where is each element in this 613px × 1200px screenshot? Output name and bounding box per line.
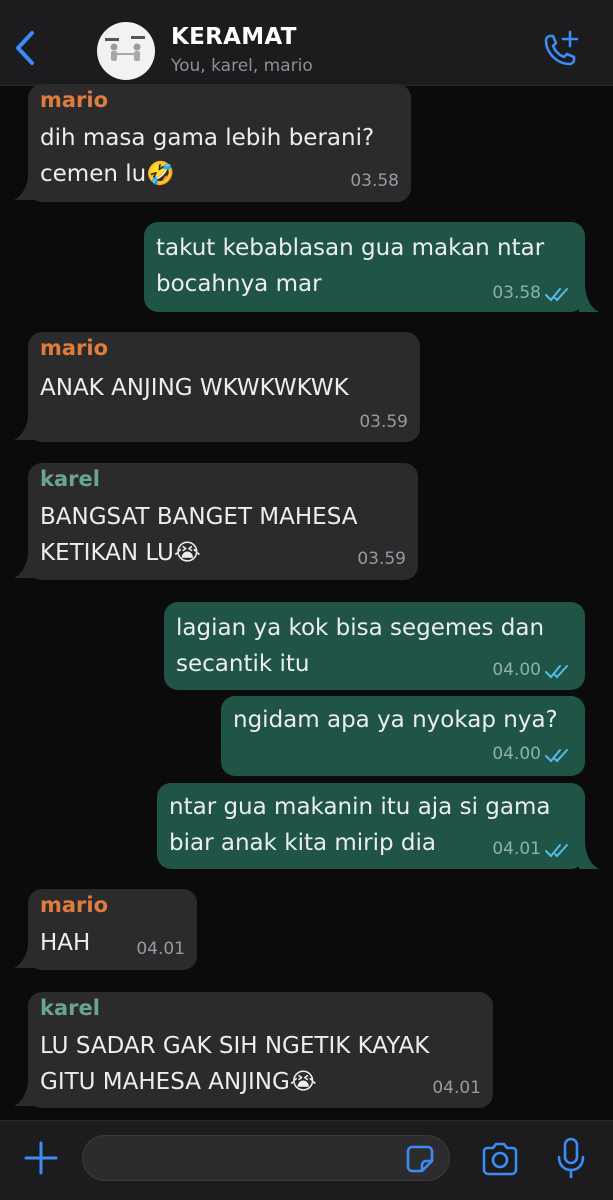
- message-text: cemen lu🤣: [40, 161, 175, 187]
- bubble-tail: [14, 1084, 34, 1106]
- bubble-tail: [14, 178, 34, 200]
- microphone-icon[interactable]: [556, 1137, 586, 1179]
- sender-name: mario: [40, 336, 109, 360]
- message-text: ANAK ANJING WKWKWKWK: [40, 375, 349, 401]
- message-time: 04.01: [432, 1078, 481, 1098]
- message-input[interactable]: [82, 1135, 450, 1181]
- sender-name: mario: [40, 893, 109, 917]
- message-text: lagian ya kok bisa segemes dan: [176, 615, 545, 641]
- message-bubble[interactable]: mario dih masa gama lebih berani? cemen …: [28, 84, 411, 202]
- read-receipt-icon: [545, 288, 568, 302]
- message-time: 03.59: [357, 549, 406, 569]
- chat-header: KERAMAT You, karel, mario: [0, 0, 613, 86]
- bubble-tail: [14, 946, 34, 968]
- composer-bar: [0, 1120, 613, 1200]
- sender-name: karel: [40, 467, 100, 491]
- message-time: 03.58: [350, 171, 399, 191]
- message-bubble[interactable]: karel LU SADAR GAK SIH NGETIK KAYAK GITU…: [28, 992, 493, 1108]
- message-text: GITU MAHESA ANJING😭: [40, 1069, 317, 1095]
- message-bubble[interactable]: mario ANAK ANJING WKWKWKWK 03.59: [28, 332, 420, 442]
- message-text: HAH: [40, 930, 91, 956]
- add-call-icon[interactable]: [540, 30, 584, 70]
- message-text: secantik itu: [176, 651, 310, 677]
- message-text: ngidam apa ya nyokap nya?: [233, 707, 558, 733]
- camera-icon[interactable]: [480, 1141, 520, 1177]
- message-text: LU SADAR GAK SIH NGETIK KAYAK: [40, 1033, 430, 1059]
- message-time: 04.01: [136, 939, 185, 959]
- message-text: BANGSAT BANGET MAHESA: [40, 504, 358, 530]
- bubble-tail: [579, 845, 599, 869]
- message-bubble[interactable]: takut kebablasan gua makan ntar bocahnya…: [144, 222, 585, 312]
- message-bubble[interactable]: lagian ya kok bisa segemes dan secantik …: [164, 602, 585, 690]
- message-text: takut kebablasan gua makan ntar: [156, 235, 545, 261]
- sender-name: mario: [40, 88, 109, 112]
- bubble-tail: [14, 418, 34, 440]
- message-text: ntar gua makanin itu aja si gama: [169, 794, 551, 820]
- group-name[interactable]: KERAMAT: [171, 24, 297, 50]
- message-bubble[interactable]: ntar gua makanin itu aja si gama biar an…: [157, 783, 585, 869]
- message-bubble[interactable]: mario HAH 04.01: [28, 889, 197, 970]
- message-text: dih masa gama lebih berani?: [40, 125, 375, 151]
- message-time: 04.00: [492, 744, 541, 764]
- message-time: 03.58: [492, 283, 541, 303]
- sender-name: karel: [40, 996, 100, 1020]
- group-avatar[interactable]: [97, 22, 155, 80]
- bubble-tail: [579, 288, 599, 312]
- message-text: KETIKAN LU😭: [40, 540, 201, 566]
- message-time: 04.01: [492, 839, 541, 859]
- group-members[interactable]: You, karel, mario: [171, 56, 313, 76]
- message-text: biar anak kita mirip dia: [169, 830, 437, 856]
- back-arrow-icon[interactable]: [10, 28, 42, 68]
- message-time: 04.00: [492, 660, 541, 680]
- avatar-figures-icon: [105, 36, 145, 61]
- plus-icon[interactable]: [22, 1139, 60, 1177]
- message-bubble[interactable]: ngidam apa ya nyokap nya? 04.00: [221, 696, 585, 776]
- bubble-tail: [14, 556, 34, 578]
- message-time: 03.59: [359, 412, 408, 432]
- read-receipt-icon: [545, 844, 568, 858]
- read-receipt-icon: [545, 665, 568, 679]
- read-receipt-icon: [545, 749, 568, 763]
- sticker-icon[interactable]: [404, 1143, 436, 1175]
- message-text: bocahnya mar: [156, 271, 322, 297]
- message-bubble[interactable]: karel BANGSAT BANGET MAHESA KETIKAN LU😭 …: [28, 463, 418, 580]
